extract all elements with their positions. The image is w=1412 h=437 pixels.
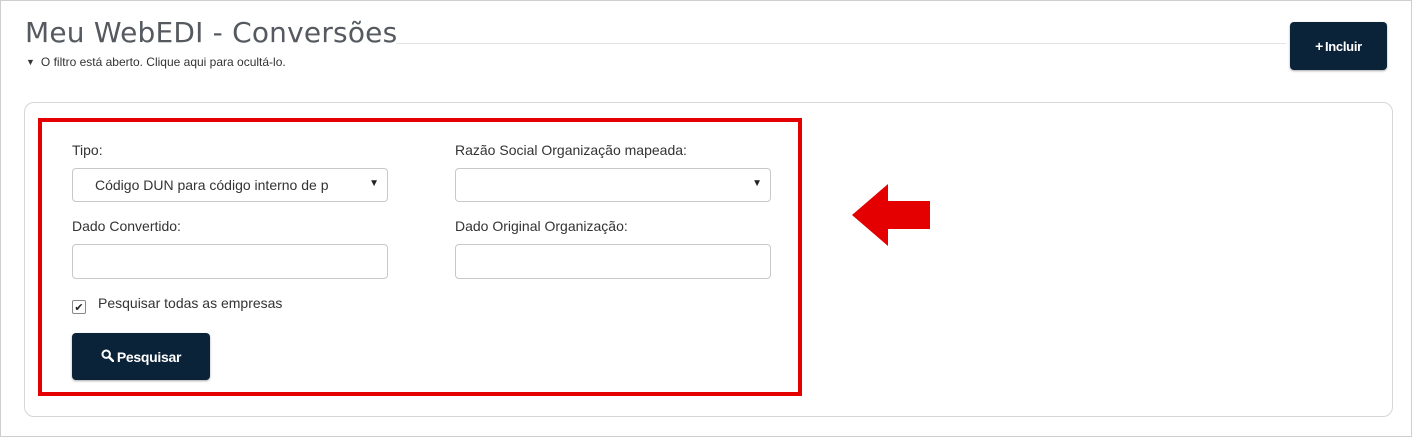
- title-divider: [396, 43, 1286, 44]
- include-button[interactable]: + Incluir: [1290, 22, 1387, 70]
- filter-toggle-link[interactable]: ▼ O filtro está aberto. Clique aqui para…: [26, 55, 286, 69]
- include-button-label: Incluir: [1324, 38, 1362, 54]
- chevron-down-icon: ▼: [26, 57, 35, 67]
- plus-icon: +: [1315, 38, 1323, 54]
- left-arrow-icon: [852, 184, 930, 246]
- highlight-box: [38, 118, 802, 396]
- page-title: Meu WebEDI - Conversões: [25, 16, 398, 49]
- filter-toggle-text: O filtro está aberto. Clique aqui para o…: [40, 55, 286, 69]
